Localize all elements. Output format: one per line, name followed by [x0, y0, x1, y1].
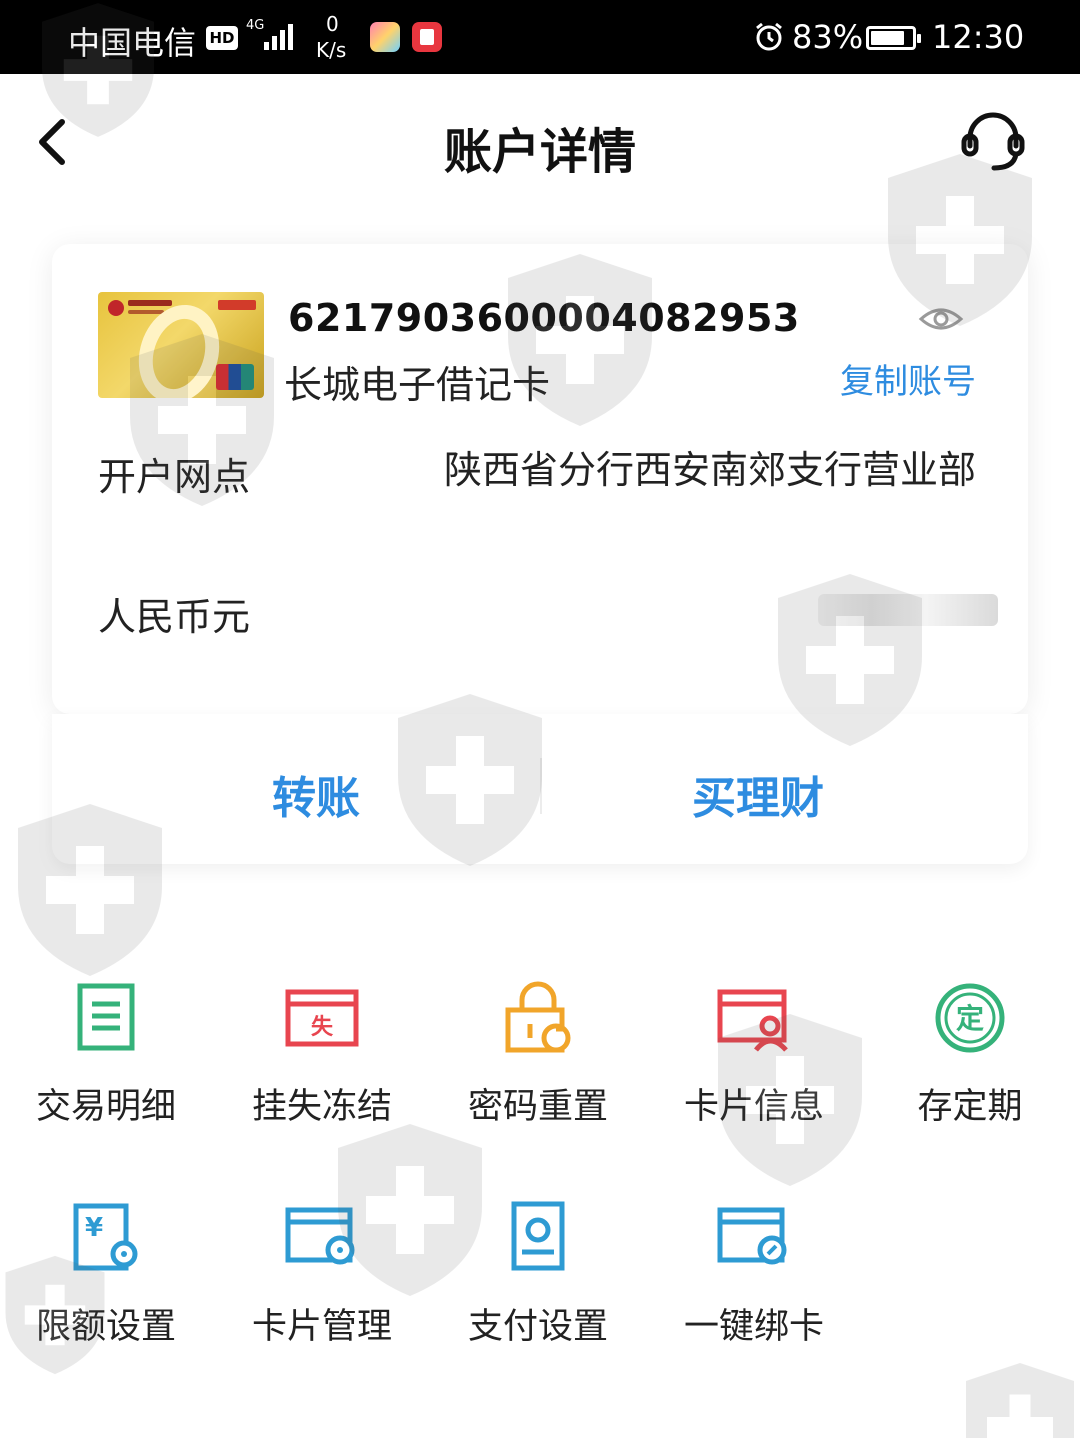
buy-wealth-button[interactable]: 买理财: [692, 762, 824, 826]
document-list-icon: [77, 983, 135, 1051]
menu-item-label: 卡片管理: [251, 1307, 392, 1347]
menu-item-card-management[interactable]: 卡片管理: [232, 1200, 412, 1400]
customer-service-icon[interactable]: [958, 108, 1028, 174]
menu-item-label: 存定期: [917, 1087, 1023, 1127]
status-bar: 中国电信 HD 4G 0 K/s 83% 12:30: [0, 0, 1080, 74]
menu-item-label: 交易明细: [35, 1087, 176, 1127]
bind-card-icon: [717, 1207, 787, 1265]
menu-item-report-loss[interactable]: 失 挂失冻结: [232, 980, 412, 1180]
limit-settings-icon: ¥: [73, 1203, 138, 1271]
signal-icon: [264, 24, 293, 50]
copy-account-button[interactable]: 复制账号: [840, 354, 976, 403]
watermark-shield-icon: [966, 1363, 1074, 1438]
eye-icon[interactable]: [918, 304, 964, 334]
page-title: 账户详情: [443, 124, 636, 180]
menu-item-label: 密码重置: [467, 1087, 608, 1127]
net-speed-unit: K/s: [316, 38, 347, 62]
svg-text:定: 定: [956, 1002, 984, 1035]
battery-icon: [866, 26, 921, 50]
reader-app-icon: [412, 22, 442, 52]
unionpay-logo: [216, 364, 254, 390]
card-user-icon: [717, 989, 788, 1052]
fixed-deposit-icon: 定: [935, 983, 1005, 1053]
menu-item-label: 支付设置: [467, 1307, 608, 1347]
menu-item-bind-card[interactable]: 一键绑卡: [664, 1200, 844, 1400]
branch-value: 陕西省分行西安南郊支行营业部: [443, 448, 976, 492]
svg-text:¥: ¥: [85, 1213, 103, 1243]
menu-item-limit-settings[interactable]: ¥ 限额设置: [16, 1200, 196, 1400]
balance-hidden: [818, 594, 998, 626]
net-speed-value: 0: [326, 12, 339, 36]
action-bar: 转账 买理财: [52, 714, 1028, 864]
divider: [540, 758, 542, 814]
menu-item-password-reset[interactable]: 密码重置: [448, 980, 628, 1180]
alarm-icon: [756, 22, 782, 51]
app-notification-icon: [370, 22, 400, 52]
account-card: 6217903600004082953 长城电子借记卡 复制账号 开户网点 陕西…: [52, 244, 1028, 714]
account-number: 6217903600004082953: [288, 296, 800, 340]
bank-card-image: [98, 292, 264, 398]
branch-label: 开户网点: [98, 455, 251, 499]
card-type: 长城电子借记卡: [284, 363, 551, 407]
menu-item-transaction-details[interactable]: 交易明细: [16, 980, 196, 1180]
carrier-name: 中国电信: [68, 24, 197, 62]
battery-percent: 83%: [792, 18, 864, 56]
menu-item-fixed-deposit[interactable]: 定 存定期: [880, 980, 1060, 1180]
payment-settings-icon: [511, 1201, 565, 1271]
menu-item-label: 限额设置: [35, 1307, 176, 1347]
currency-label: 人民币元: [98, 595, 251, 639]
menu-item-card-info[interactable]: 卡片信息: [664, 980, 844, 1180]
menu-item-payment-settings[interactable]: 支付设置: [448, 1200, 628, 1400]
lock-reset-icon: [505, 981, 571, 1053]
card-settings-icon: [285, 1207, 355, 1265]
menu-item-label: 一键绑卡: [683, 1307, 824, 1347]
svg-text:失: 失: [311, 1015, 334, 1040]
clock: 12:30: [932, 18, 1025, 56]
menu-item-label: 挂失冻结: [251, 1087, 392, 1127]
menu-item-label: 卡片信息: [683, 1087, 824, 1127]
header: 账户详情: [0, 74, 1080, 214]
transfer-button[interactable]: 转账: [272, 762, 360, 826]
hd-badge: HD: [206, 26, 238, 50]
loss-card-icon: 失: [285, 989, 359, 1047]
